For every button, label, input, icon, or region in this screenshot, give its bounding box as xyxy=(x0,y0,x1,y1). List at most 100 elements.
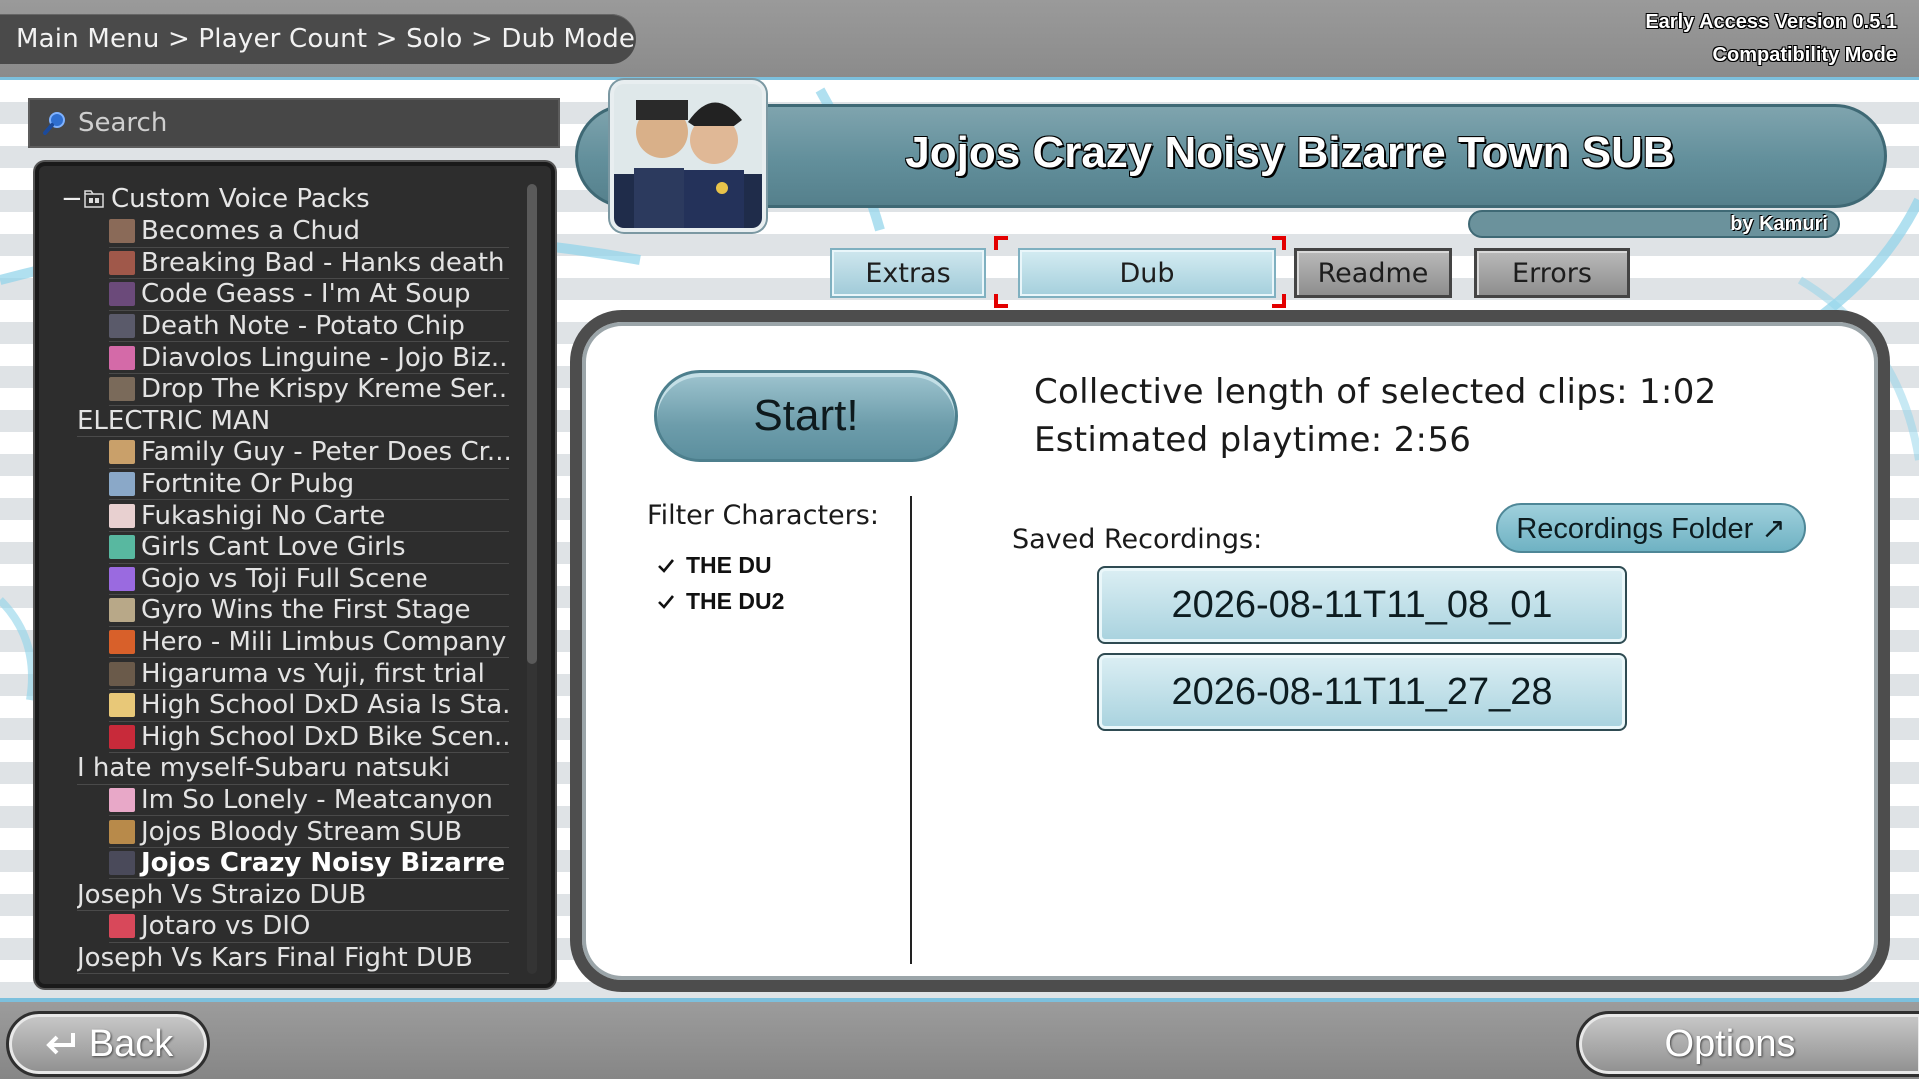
tree-item[interactable]: Fortnite Or Pubg xyxy=(109,469,509,501)
pack-thumbnail-icon xyxy=(109,345,135,370)
pack-thumbnail-icon xyxy=(109,851,135,876)
tree-item-label: Higaruma vs Yuji, first trial xyxy=(141,658,485,689)
tab-errors[interactable]: Errors xyxy=(1474,248,1630,298)
pack-thumbnail-icon xyxy=(109,377,135,402)
pack-thumbnail-icon xyxy=(109,914,135,939)
pack-thumbnail-icon xyxy=(109,724,135,749)
check-icon[interactable] xyxy=(656,556,676,576)
tree-item[interactable]: Jotaro vs DIO xyxy=(109,911,509,943)
search-box[interactable] xyxy=(28,98,560,148)
top-bar: Main Menu > Player Count > Solo > Dub Mo… xyxy=(0,0,1919,80)
tree-item[interactable]: Family Guy - Peter Does Cr... xyxy=(109,437,509,469)
tree-item[interactable]: Becomes a Chud xyxy=(109,216,509,248)
start-button[interactable]: Start! xyxy=(654,370,958,462)
back-label: Back xyxy=(88,1022,174,1065)
tree-root-custom-voice-packs[interactable]: − Custom Voice Packs xyxy=(61,184,370,214)
cover-art-icon xyxy=(614,84,762,228)
selection-bracket-br xyxy=(1272,294,1286,308)
pack-thumbnail-icon xyxy=(109,819,135,844)
tree-item[interactable]: Fukashigi No Carte xyxy=(109,500,509,532)
tree-item-label: Im So Lonely - Meatcanyon xyxy=(141,784,493,815)
tree-item[interactable]: I hate myself-Subaru natsuki xyxy=(77,753,509,785)
selection-bracket-bl xyxy=(994,294,1008,308)
tab-extras[interactable]: Extras xyxy=(830,248,986,298)
tree-root-label: Custom Voice Packs xyxy=(111,184,370,214)
tree-item[interactable]: Death Note - Potato Chip xyxy=(109,311,509,343)
tree-item-label: Hero - Mili Limbus Company xyxy=(141,627,507,658)
version-info: Early Access Version 0.5.1 Compatibility… xyxy=(1645,6,1897,72)
tree-item[interactable]: Diavolos Linguine - Jojo Biz... xyxy=(109,342,509,374)
tree-item[interactable]: High School DxD Bike Scen... xyxy=(109,722,509,754)
tree-item-label: Joseph Vs Straizo DUB xyxy=(77,879,367,910)
tree-item-label: ELECTRIC MAN xyxy=(77,405,271,436)
tree-item[interactable]: High School DxD Asia Is Sta... xyxy=(109,690,509,722)
tree-item-label: Gyro Wins the First Stage xyxy=(141,595,471,626)
search-icon xyxy=(43,112,65,135)
estimated-playtime-text: Estimated playtime: 2:56 xyxy=(1034,420,1472,460)
scrollbar-thumb[interactable] xyxy=(527,184,537,664)
search-input[interactable] xyxy=(78,108,518,138)
folder-icon xyxy=(84,190,104,208)
tab-readme[interactable]: Readme xyxy=(1294,248,1452,298)
tree-item-label: High School DxD Asia Is Sta... xyxy=(141,690,509,721)
pack-thumbnail-icon xyxy=(109,661,135,686)
tree-item-label: Jojos Crazy Noisy Bizarre T... xyxy=(141,848,509,879)
tree-item[interactable]: Code Geass - I'm At Soup xyxy=(109,279,509,311)
pack-thumbnail-icon xyxy=(109,630,135,655)
tree-item[interactable]: Drop The Krispy Kreme Ser... xyxy=(109,374,509,406)
tree-item-label: Fukashigi No Carte xyxy=(141,500,386,531)
tree-item-label: Breaking Bad - Hanks death xyxy=(141,247,505,278)
pack-thumbnail-icon xyxy=(109,535,135,560)
tree-item-label: Code Geass - I'm At Soup xyxy=(141,279,471,310)
recordings-folder-button[interactable]: Recordings Folder ↗ xyxy=(1496,503,1806,553)
tree-item[interactable]: Jojos Bloody Stream SUB xyxy=(109,816,509,848)
mode-label: Compatibility Mode xyxy=(1712,44,1897,66)
tree-item-label: I hate myself-Subaru natsuki xyxy=(77,753,451,784)
recording-button-2[interactable]: 2026-08-11T11_27_28 xyxy=(1097,653,1627,731)
tree-item-label: Drop The Krispy Kreme Ser... xyxy=(141,374,509,405)
tab-dub[interactable]: Dub xyxy=(1018,248,1276,298)
tree-item[interactable]: Breaking Bad - Hanks death xyxy=(109,248,509,280)
tree-item-label: High School DxD Bike Scen... xyxy=(141,721,509,752)
tree-item-label: Family Guy - Peter Does Cr... xyxy=(141,437,509,468)
tree-item[interactable]: Joseph Vs Kars Final Fight DUB xyxy=(77,943,509,975)
tree-item[interactable]: Jojos Crazy Noisy Bizarre T... xyxy=(109,848,509,880)
selection-bracket-tr xyxy=(1272,236,1286,250)
tree-item[interactable]: Hero - Mili Limbus Company xyxy=(109,627,509,659)
filter-characters-label: Filter Characters: xyxy=(647,500,879,531)
pack-thumbnail-icon xyxy=(109,314,135,339)
back-button[interactable]: Back xyxy=(6,1011,210,1077)
saved-recordings-label: Saved Recordings: xyxy=(1012,524,1263,555)
back-arrow-icon xyxy=(45,1033,75,1055)
voice-pack-tree[interactable]: − Custom Voice Packs Becomes a Chud Break… xyxy=(35,162,555,988)
collapse-icon[interactable]: − xyxy=(61,184,83,214)
pack-cover-image xyxy=(610,80,766,232)
tree-item[interactable]: Im So Lonely - Meatcanyon xyxy=(109,785,509,817)
filter-character-the-du[interactable]: THE DU xyxy=(656,552,772,579)
tree-item[interactable]: Gojo vs Toji Full Scene xyxy=(109,564,509,596)
tree-item[interactable]: Girls Cant Love Girls xyxy=(109,532,509,564)
panel-divider xyxy=(910,496,912,964)
tree-item-label: Death Note - Potato Chip xyxy=(141,311,465,342)
filter-character-the-du2[interactable]: THE DU2 xyxy=(656,588,784,615)
tree-item[interactable]: ELECTRIC MAN xyxy=(77,406,509,438)
pack-author: by Kamuri xyxy=(1730,213,1828,235)
pack-thumbnail-icon xyxy=(109,787,135,812)
check-icon[interactable] xyxy=(656,592,676,612)
tree-item-label: Jojos Bloody Stream SUB xyxy=(141,816,463,847)
tree-item-label: Gojo vs Toji Full Scene xyxy=(141,563,428,594)
recording-button-1[interactable]: 2026-08-11T11_08_01 xyxy=(1097,566,1627,644)
tree-item[interactable]: Joseph Vs Straizo DUB xyxy=(77,879,509,912)
filter-character-label: THE DU2 xyxy=(686,588,785,614)
tree-item[interactable]: Higaruma vs Yuji, first trial xyxy=(109,658,509,690)
options-button[interactable]: Options xyxy=(1576,1011,1919,1077)
tree-item-label: Fortnite Or Pubg xyxy=(141,469,355,500)
pack-thumbnail-icon xyxy=(109,250,135,275)
tree-item-label: Becomes a Chud xyxy=(141,216,360,247)
breadcrumb: Main Menu > Player Count > Solo > Dub Mo… xyxy=(16,24,636,54)
tree-item-label: Girls Cant Love Girls xyxy=(141,532,406,563)
tree-item-label: Jotaro vs DIO xyxy=(141,911,311,942)
tree-item[interactable]: Gyro Wins the First Stage xyxy=(109,595,509,627)
pack-thumbnail-icon xyxy=(109,472,135,497)
pack-thumbnail-icon xyxy=(109,566,135,591)
